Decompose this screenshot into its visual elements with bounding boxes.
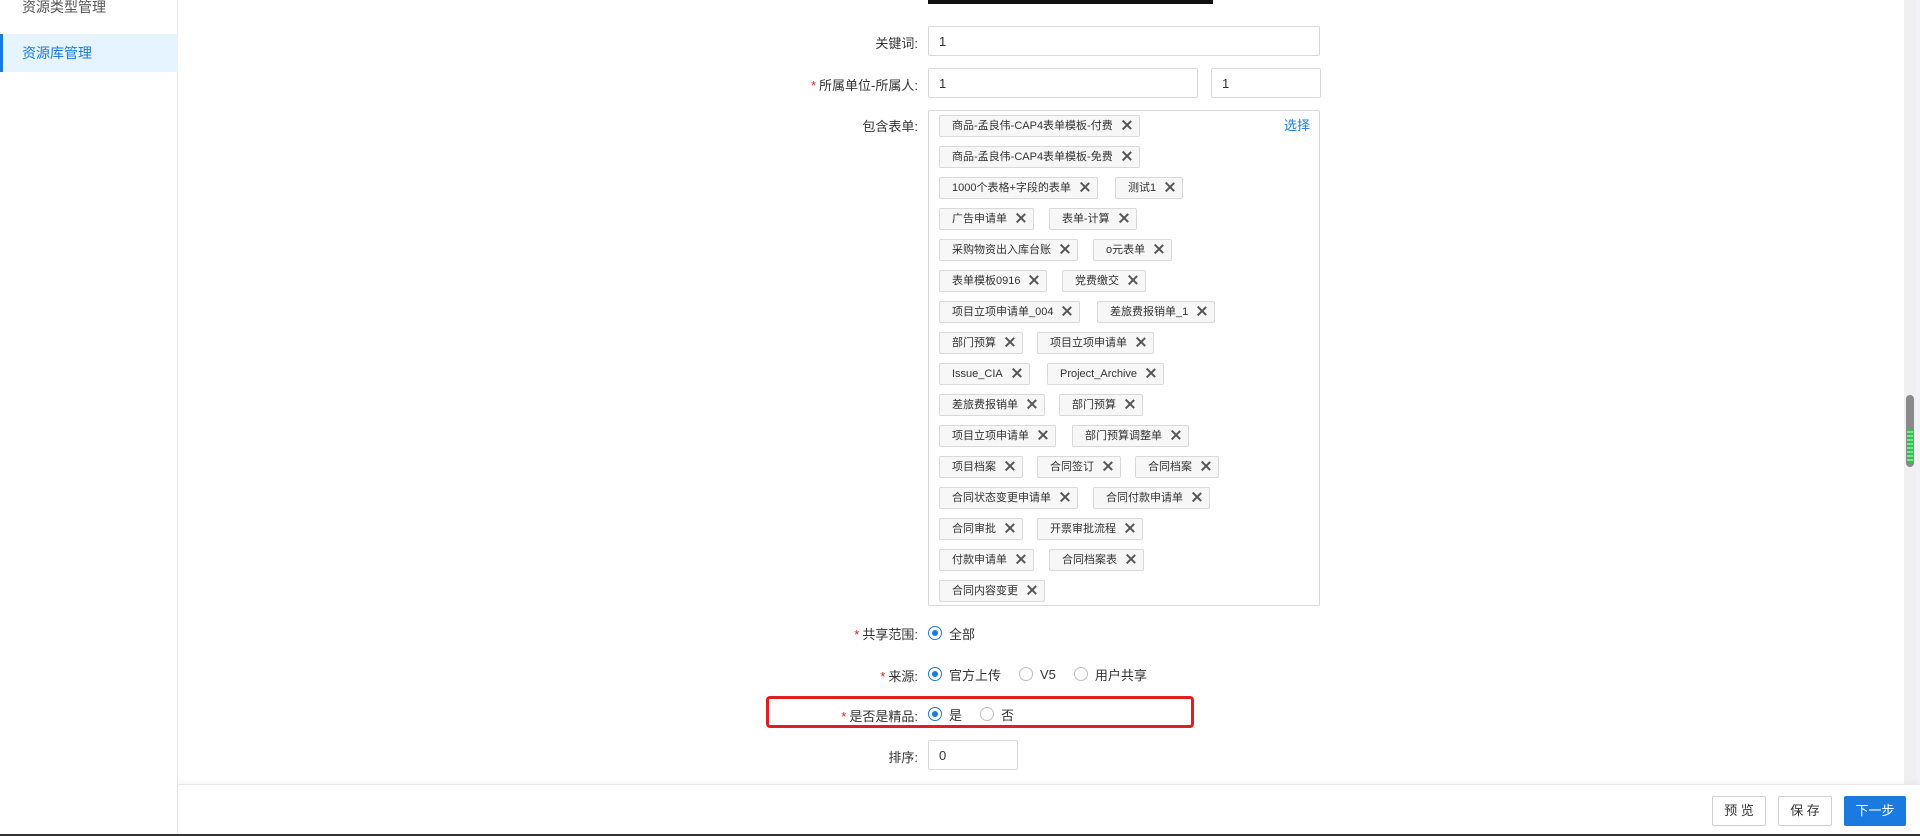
form-tag: 合同状态变更申请单 bbox=[939, 487, 1078, 509]
select-forms-link[interactable]: 选择 bbox=[1284, 115, 1310, 134]
form-tag: 合同内容变更 bbox=[939, 580, 1045, 602]
form-tag: 付款申请单 bbox=[939, 549, 1034, 571]
remove-tag-icon[interactable] bbox=[1015, 553, 1027, 565]
forms-label: 包含表单: bbox=[862, 119, 918, 134]
remove-tag-icon[interactable] bbox=[1004, 522, 1016, 534]
owner-label: * 所属单位-所属人: bbox=[810, 78, 918, 93]
source-option-user-share[interactable]: 用户共享 bbox=[1073, 665, 1147, 684]
remove-tag-icon[interactable] bbox=[1059, 243, 1071, 255]
form-tag: 表单模板0916 bbox=[939, 270, 1048, 292]
form-tag: 合同档案表 bbox=[1049, 549, 1144, 571]
preview-button[interactable]: 预 览 bbox=[1712, 796, 1766, 826]
form-tag: 项目立项申请单 bbox=[1037, 332, 1154, 354]
form-tag: 差旅费报销单 bbox=[939, 394, 1045, 416]
form-tag: 商品-孟良伟-CAP4表单模板-付费 bbox=[939, 115, 1140, 137]
source-option-v5[interactable]: V5 bbox=[1019, 667, 1056, 682]
share-label: * 共享范围: bbox=[854, 627, 918, 642]
remove-tag-icon[interactable] bbox=[1102, 460, 1114, 472]
remove-tag-icon[interactable] bbox=[1125, 553, 1137, 565]
remove-tag-icon[interactable] bbox=[1059, 491, 1071, 503]
form-tag: 1000个表格+字段的表单 bbox=[939, 177, 1098, 199]
scrollbar-track[interactable] bbox=[1904, 0, 1916, 784]
sidebar-item-resource-library[interactable]: 资源库管理 bbox=[0, 34, 178, 72]
radio-checked-icon bbox=[928, 626, 942, 640]
form-tag: Project_Archive bbox=[1047, 363, 1165, 385]
remove-tag-icon[interactable] bbox=[1121, 119, 1133, 131]
remove-tag-icon[interactable] bbox=[1145, 367, 1157, 379]
remove-tag-icon[interactable] bbox=[1061, 305, 1073, 317]
remove-tag-icon[interactable] bbox=[1004, 336, 1016, 348]
radio-checked-icon bbox=[928, 667, 942, 681]
scroll-indicator-icon bbox=[1907, 429, 1913, 463]
remove-tag-icon[interactable] bbox=[1026, 398, 1038, 410]
owner-unit-input[interactable] bbox=[928, 68, 1198, 98]
sidebar-item-resource-type[interactable]: 资源类型管理 bbox=[0, 0, 178, 26]
radio-unchecked-icon bbox=[1019, 667, 1034, 681]
remove-tag-icon[interactable] bbox=[1004, 460, 1016, 472]
form-tag: 差旅费报销单_1 bbox=[1097, 301, 1216, 323]
remove-tag-icon[interactable] bbox=[1191, 491, 1203, 503]
form-tag: o元表单 bbox=[1093, 239, 1173, 261]
form-tag: 商品-孟良伟-CAP4表单模板-免费 bbox=[939, 146, 1140, 168]
form-tag: 项目档案 bbox=[939, 456, 1023, 478]
form-tag: 合同签订 bbox=[1037, 456, 1121, 478]
form-tag: 合同档案 bbox=[1135, 456, 1219, 478]
form-tag: 合同付款申请单 bbox=[1093, 487, 1210, 509]
remove-tag-icon[interactable] bbox=[1079, 181, 1091, 193]
save-button[interactable]: 保 存 bbox=[1778, 796, 1832, 826]
forms-tag-box: 选择 商品-孟良伟-CAP4表单模板-付费 商品-孟良伟-CAP4表单模板-免费… bbox=[928, 110, 1320, 606]
remove-tag-icon[interactable] bbox=[1026, 584, 1038, 596]
owner-person-input[interactable] bbox=[1211, 68, 1321, 98]
remove-tag-icon[interactable] bbox=[1028, 274, 1040, 286]
premium-highlight-box bbox=[766, 696, 1194, 728]
remove-tag-icon[interactable] bbox=[1124, 522, 1136, 534]
form-tag: 项目立项申请单_004 bbox=[939, 301, 1081, 323]
source-option-official[interactable]: 官方上传 bbox=[928, 665, 1001, 684]
remove-tag-icon[interactable] bbox=[1135, 336, 1147, 348]
remove-tag-icon[interactable] bbox=[1118, 212, 1130, 224]
form-tag: 表单-计算 bbox=[1049, 208, 1137, 230]
form-tag: 部门预算 bbox=[939, 332, 1023, 354]
remove-tag-icon[interactable] bbox=[1124, 398, 1136, 410]
order-input[interactable] bbox=[928, 740, 1018, 770]
remove-tag-icon[interactable] bbox=[1121, 150, 1133, 162]
sidebar: 资源类型管理 资源库管理 bbox=[0, 0, 178, 836]
form-tag: 部门预算 bbox=[1059, 394, 1143, 416]
keyword-label: 关键词: bbox=[875, 36, 918, 51]
share-radio-group: 全部 bbox=[928, 623, 993, 643]
form-tag: 测试1 bbox=[1115, 177, 1184, 199]
form-tag: 项目立项申请单 bbox=[939, 425, 1056, 447]
remove-tag-icon[interactable] bbox=[1200, 460, 1212, 472]
source-label: * 来源: bbox=[880, 669, 918, 684]
top-image-strip bbox=[928, 0, 1213, 4]
main-form-area: 关键词: *所属单位-所属人: 包含表单: 选择 商品-孟良伟-CAP4表单模板… bbox=[178, 0, 1916, 784]
form-tag: 开票审批流程 bbox=[1037, 518, 1143, 540]
form-tag: 广告申请单 bbox=[939, 208, 1034, 230]
remove-tag-icon[interactable] bbox=[1037, 429, 1049, 441]
form-tag: 合同审批 bbox=[939, 518, 1023, 540]
form-tag: 采购物资出入库台账 bbox=[939, 239, 1078, 261]
radio-unchecked-icon bbox=[1073, 667, 1088, 681]
keyword-input[interactable] bbox=[928, 26, 1320, 56]
share-option-all[interactable]: 全部 bbox=[928, 624, 975, 643]
remove-tag-icon[interactable] bbox=[1170, 429, 1182, 441]
remove-tag-icon[interactable] bbox=[1164, 181, 1176, 193]
scrollbar-thumb[interactable] bbox=[1906, 395, 1914, 467]
source-radio-group: 官方上传 V5 用户共享 bbox=[928, 664, 1165, 684]
footer-action-bar: 预 览 保 存 下一步 bbox=[178, 784, 1920, 834]
form-tag: Issue_CIA bbox=[939, 363, 1030, 385]
remove-tag-icon[interactable] bbox=[1015, 212, 1027, 224]
form-tag: 党费缴交 bbox=[1062, 270, 1146, 292]
order-label: 排序: bbox=[888, 750, 918, 765]
form-tag: 部门预算调整单 bbox=[1072, 425, 1189, 447]
remove-tag-icon[interactable] bbox=[1196, 305, 1208, 317]
remove-tag-icon[interactable] bbox=[1127, 274, 1139, 286]
remove-tag-icon[interactable] bbox=[1153, 243, 1165, 255]
remove-tag-icon[interactable] bbox=[1011, 367, 1023, 379]
next-button[interactable]: 下一步 bbox=[1844, 796, 1906, 826]
